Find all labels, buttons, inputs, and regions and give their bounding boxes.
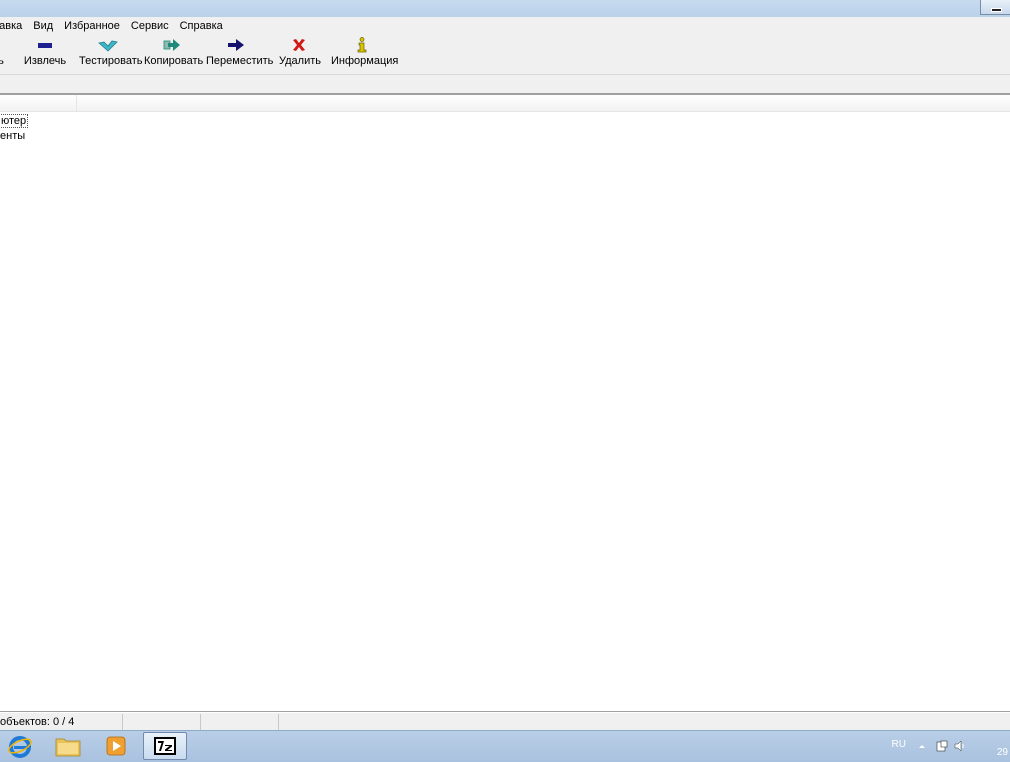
list-header: [0, 95, 1010, 112]
action-center-icon[interactable]: [936, 740, 948, 752]
menu-favorites[interactable]: Избранное: [59, 17, 126, 33]
move-button[interactable]: Переместить: [206, 36, 274, 70]
7zip-icon: [154, 737, 176, 755]
menu-view[interactable]: Вид: [28, 17, 59, 33]
clock[interactable]: 29: [997, 747, 1008, 758]
folder-icon: [55, 738, 81, 757]
list-item-label: ютер: [0, 114, 29, 128]
toolbar: ь Извлечь Тестировать Копировать Перемес…: [0, 33, 1010, 75]
menu-help[interactable]: Справка: [175, 17, 229, 33]
add-label: ь: [0, 55, 4, 67]
menu-edit[interactable]: равка: [0, 17, 28, 33]
taskbar: RU 29: [0, 730, 1010, 762]
menu-bar: равка Вид Избранное Сервис Справка: [0, 17, 1010, 33]
list-item-label: енты: [0, 130, 26, 142]
info-button[interactable]: Информация: [331, 36, 399, 70]
move-arrow-icon: [228, 39, 244, 51]
column-divider[interactable]: [76, 95, 77, 111]
address-bar[interactable]: [0, 75, 1010, 95]
add-button[interactable]: ь: [0, 36, 6, 70]
show-hidden-icons-icon[interactable]: [916, 740, 928, 752]
taskbar-7zip-button[interactable]: [143, 732, 187, 760]
extract-button[interactable]: Извлечь: [20, 36, 70, 70]
minimize-icon: [991, 8, 1002, 12]
volume-icon[interactable]: [954, 740, 966, 752]
menu-tools[interactable]: Сервис: [126, 17, 175, 33]
list-item-computer[interactable]: ютер: [0, 114, 29, 128]
move-label: Переместить: [206, 55, 274, 67]
minus-icon: [38, 43, 52, 48]
status-selected-text: объектов: 0 / 4: [0, 716, 75, 728]
info-label: Информация: [331, 55, 399, 67]
title-bar: [0, 0, 1010, 17]
delete-x-icon: [293, 39, 305, 51]
copy-label: Копировать: [144, 55, 204, 67]
test-button[interactable]: Тестировать: [79, 36, 143, 70]
copy-button[interactable]: Копировать: [144, 36, 204, 70]
add-icon: [0, 36, 6, 54]
test-label: Тестировать: [79, 55, 143, 67]
media-player-icon: [106, 736, 126, 756]
delete-button[interactable]: Удалить: [279, 36, 321, 70]
status-panel-2: [123, 714, 201, 730]
extract-label: Извлечь: [23, 55, 67, 67]
minimize-button[interactable]: [980, 0, 1010, 15]
info-icon: [357, 37, 367, 53]
internet-explorer-icon: [8, 736, 32, 758]
checkmark-icon: [98, 40, 118, 52]
file-list[interactable]: ютер енты: [0, 95, 1010, 712]
status-selected: объектов: 0 / 4: [0, 714, 123, 730]
delete-label: Удалить: [279, 55, 321, 67]
language-indicator[interactable]: RU: [892, 739, 906, 750]
copy-arrow-icon: [163, 39, 180, 51]
status-bar: объектов: 0 / 4: [0, 712, 1010, 731]
taskbar-media-button[interactable]: [94, 732, 138, 760]
taskbar-explorer-button[interactable]: [46, 732, 90, 760]
list-item-documents[interactable]: енты: [0, 129, 25, 143]
status-panel-3: [201, 714, 279, 730]
taskbar-ie-button[interactable]: [0, 732, 42, 760]
